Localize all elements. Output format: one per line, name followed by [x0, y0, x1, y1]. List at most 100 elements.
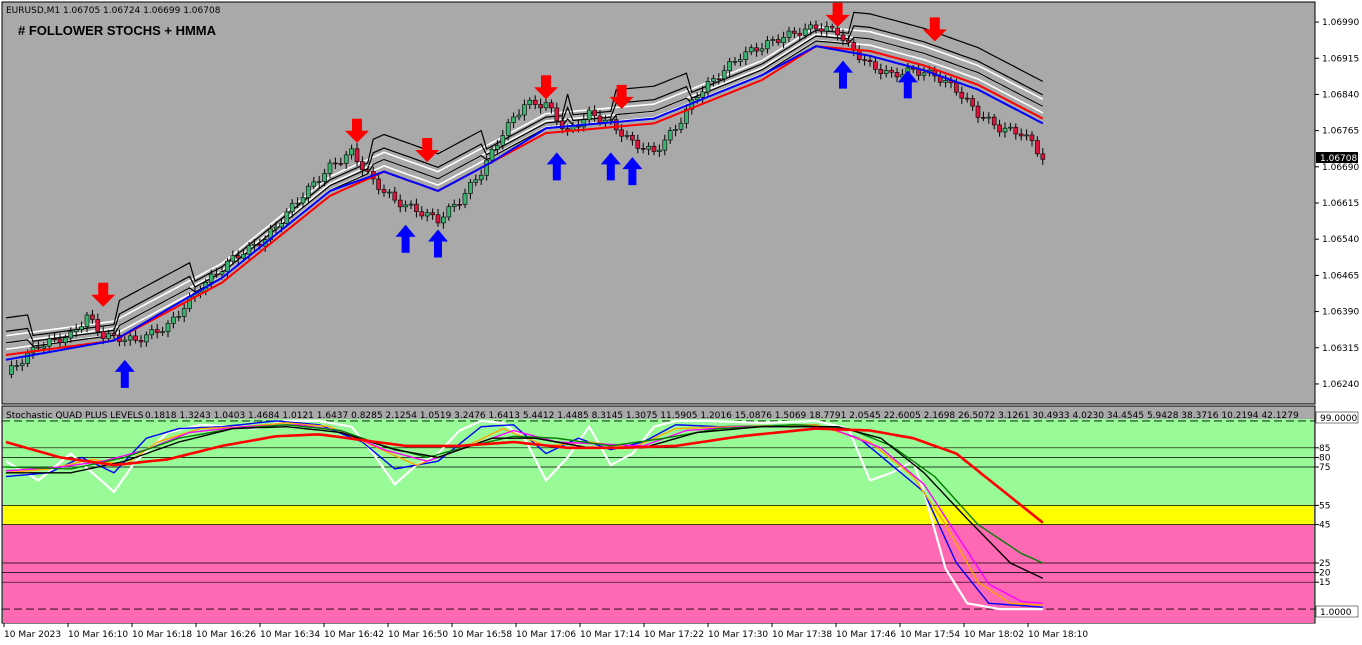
candle-body [738, 59, 743, 62]
candle-body [959, 91, 965, 99]
time-tick-label: 10 Mar 17:14 [580, 630, 640, 640]
candle-body [473, 179, 479, 183]
candle-body [657, 149, 662, 152]
candle-body [846, 40, 851, 43]
candle-body [349, 148, 354, 156]
candle-body [41, 345, 47, 349]
candle-body [214, 273, 219, 276]
candle-body [1035, 140, 1040, 155]
candle-body [478, 174, 484, 181]
candle-body [586, 109, 592, 121]
candle-body [225, 260, 230, 272]
candle-body [14, 365, 20, 367]
candle-body [954, 82, 959, 93]
candle-body [646, 145, 651, 150]
price-tick-label: 1.06390 [1322, 308, 1359, 318]
candle-body [727, 61, 732, 71]
candle-body [975, 105, 981, 118]
candle-body [451, 204, 457, 207]
time-tick-label: 10 Mar 17:30 [708, 630, 768, 640]
candle-body [322, 173, 327, 182]
zone-zone_yellow [3, 505, 1314, 525]
zone-zone_pink [3, 524, 1314, 623]
candle-body [1029, 134, 1035, 141]
candle-body [765, 40, 770, 50]
price-tick-label: 1.06690 [1322, 163, 1359, 173]
candle-body [73, 329, 79, 333]
time-tick-label: 10 Mar 17:54 [900, 630, 960, 640]
candle-body [829, 26, 835, 29]
candle-body [316, 181, 322, 183]
candle-body [1018, 133, 1024, 137]
time-tick-label: 10 Mar 16:58 [452, 630, 512, 640]
time-tick-label: 10 Mar 17:46 [836, 630, 896, 640]
price-tick-label: 1.06840 [1322, 90, 1359, 100]
candle-body [457, 204, 462, 206]
candle-body [711, 78, 716, 82]
candle-body [700, 91, 705, 98]
candle-body [95, 319, 101, 332]
candle-body [387, 191, 392, 194]
level-tick-label: 75 [1319, 463, 1330, 473]
time-tick-label: 10 Mar 16:42 [324, 630, 384, 640]
candle-body [360, 161, 365, 171]
candle-body [511, 116, 516, 123]
candle-body [500, 135, 506, 146]
candle-body [792, 30, 797, 34]
candle-body [630, 135, 635, 141]
candle-body [246, 245, 252, 255]
candle-body [673, 129, 678, 131]
price-tick-label: 1.06615 [1322, 199, 1359, 209]
indicator-zones [3, 419, 1314, 623]
candle-body [90, 314, 95, 320]
time-tick-label: 10 Mar 17:22 [644, 630, 704, 640]
candle-body [295, 202, 300, 205]
candle-body [565, 128, 570, 131]
price-tick-label: 1.06315 [1322, 344, 1359, 354]
candle-body [127, 335, 133, 341]
candle-body [289, 203, 295, 213]
candle-body [408, 203, 414, 206]
time-tick-label: 10 Mar 16:18 [132, 630, 192, 640]
candle-body [84, 314, 90, 327]
candle-body [1008, 126, 1013, 129]
candle-body [532, 99, 538, 105]
candle-body [46, 338, 52, 347]
candle-body [138, 340, 144, 343]
candle-body [775, 39, 781, 43]
candle-body [133, 335, 138, 341]
indicator-top-label: 99.0000 [1320, 414, 1357, 424]
candle-body [997, 124, 1002, 133]
candle-body [986, 116, 992, 119]
candle-body [484, 159, 489, 176]
candle-body [732, 60, 738, 63]
candle-body [468, 181, 473, 194]
level-tick-label: 80 [1319, 453, 1331, 463]
time-tick-label: 10 Mar 17:38 [772, 630, 832, 640]
indicator-bottom-marker: 1.0000 [1315, 605, 1359, 618]
candle-body [835, 27, 840, 36]
candle-body [754, 47, 759, 52]
candle-body [802, 28, 808, 36]
indicator-bottom-label: 1.0000 [1320, 608, 1352, 618]
candle-body [889, 70, 894, 73]
price-tick-label: 1.06540 [1322, 235, 1359, 245]
price-panel-background [1, 1, 1316, 405]
candle-body [619, 129, 624, 137]
level-tick-label: 15 [1319, 578, 1330, 588]
candle-body [122, 339, 128, 342]
indicator-label: Stochastic QUAD PLUS LEVELS [6, 411, 144, 421]
candle-body [311, 181, 317, 187]
chart-canvas[interactable]: EURUSD,M1 1.06705 1.06724 1.06699 1.0670… [0, 0, 1362, 645]
current-price-label: 1.06708 [1320, 154, 1357, 164]
candle-body [840, 34, 846, 41]
candle-body [333, 162, 338, 165]
price-tick-label: 1.06990 [1322, 18, 1359, 28]
candle-body [662, 139, 668, 151]
candle-body [862, 59, 867, 61]
indicator-top-marker: 99.0000 [1315, 411, 1359, 424]
candle-body [1002, 127, 1008, 133]
candle-body [306, 185, 311, 198]
candle-body [403, 204, 408, 208]
candle-body [252, 244, 257, 246]
